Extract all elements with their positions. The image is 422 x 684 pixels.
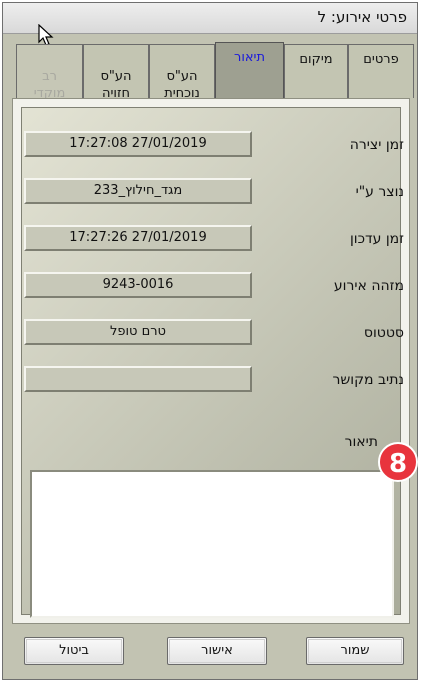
status-field: טרם טופל — [24, 319, 252, 345]
created-time-field: 27/01/2019 17:27:08 — [24, 131, 252, 157]
status-label: סטטוס — [363, 325, 404, 341]
description-textarea[interactable] — [30, 470, 394, 618]
window-title: פרטי אירוע: ל — [317, 8, 407, 26]
tab-description[interactable]: תיאור — [215, 42, 284, 98]
tab-label: תיאור — [233, 50, 266, 65]
confirm-button[interactable]: אישור — [167, 637, 267, 665]
event-id-label: מזהה אירוע — [333, 278, 404, 294]
linked-path-field[interactable] — [24, 366, 252, 392]
updated-time-label: זמן עדכון — [349, 231, 404, 247]
save-button[interactable]: שמור — [306, 637, 404, 665]
tab-details[interactable]: פרטים — [348, 44, 414, 98]
created-time-label: זמן יצירה — [349, 137, 404, 153]
created-by-field: מגד_חילוץ_233 — [24, 178, 252, 204]
tab-label: הע"ס חזויה — [100, 69, 132, 101]
tab-current-assessment[interactable]: הע"ס נוכחית — [149, 44, 215, 101]
tab-forecast-assessment[interactable]: הע"ס חזויה — [83, 44, 149, 101]
tab-label: הע"ס נוכחית — [164, 69, 200, 101]
updated-time-field: 27/01/2019 17:27:26 — [24, 225, 252, 251]
tab-label: רב מוקדי — [33, 69, 66, 101]
tab-multi-focal: רב מוקדי — [16, 44, 83, 101]
event-id-field: 9243-0016 — [24, 272, 252, 298]
title-bar: פרטי אירוע: ל — [3, 3, 417, 34]
created-by-label: נוצר ע"י — [355, 184, 404, 200]
step-number-badge: 8 — [378, 442, 418, 482]
cancel-button[interactable]: ביטול — [24, 637, 124, 665]
tab-location[interactable]: מיקום — [284, 44, 348, 98]
tab-label: מיקום — [299, 52, 333, 67]
linked-path-label: נתיב מקושר — [332, 372, 404, 388]
tab-label: פרטים — [363, 52, 399, 67]
description-label: תיאור — [344, 434, 378, 450]
